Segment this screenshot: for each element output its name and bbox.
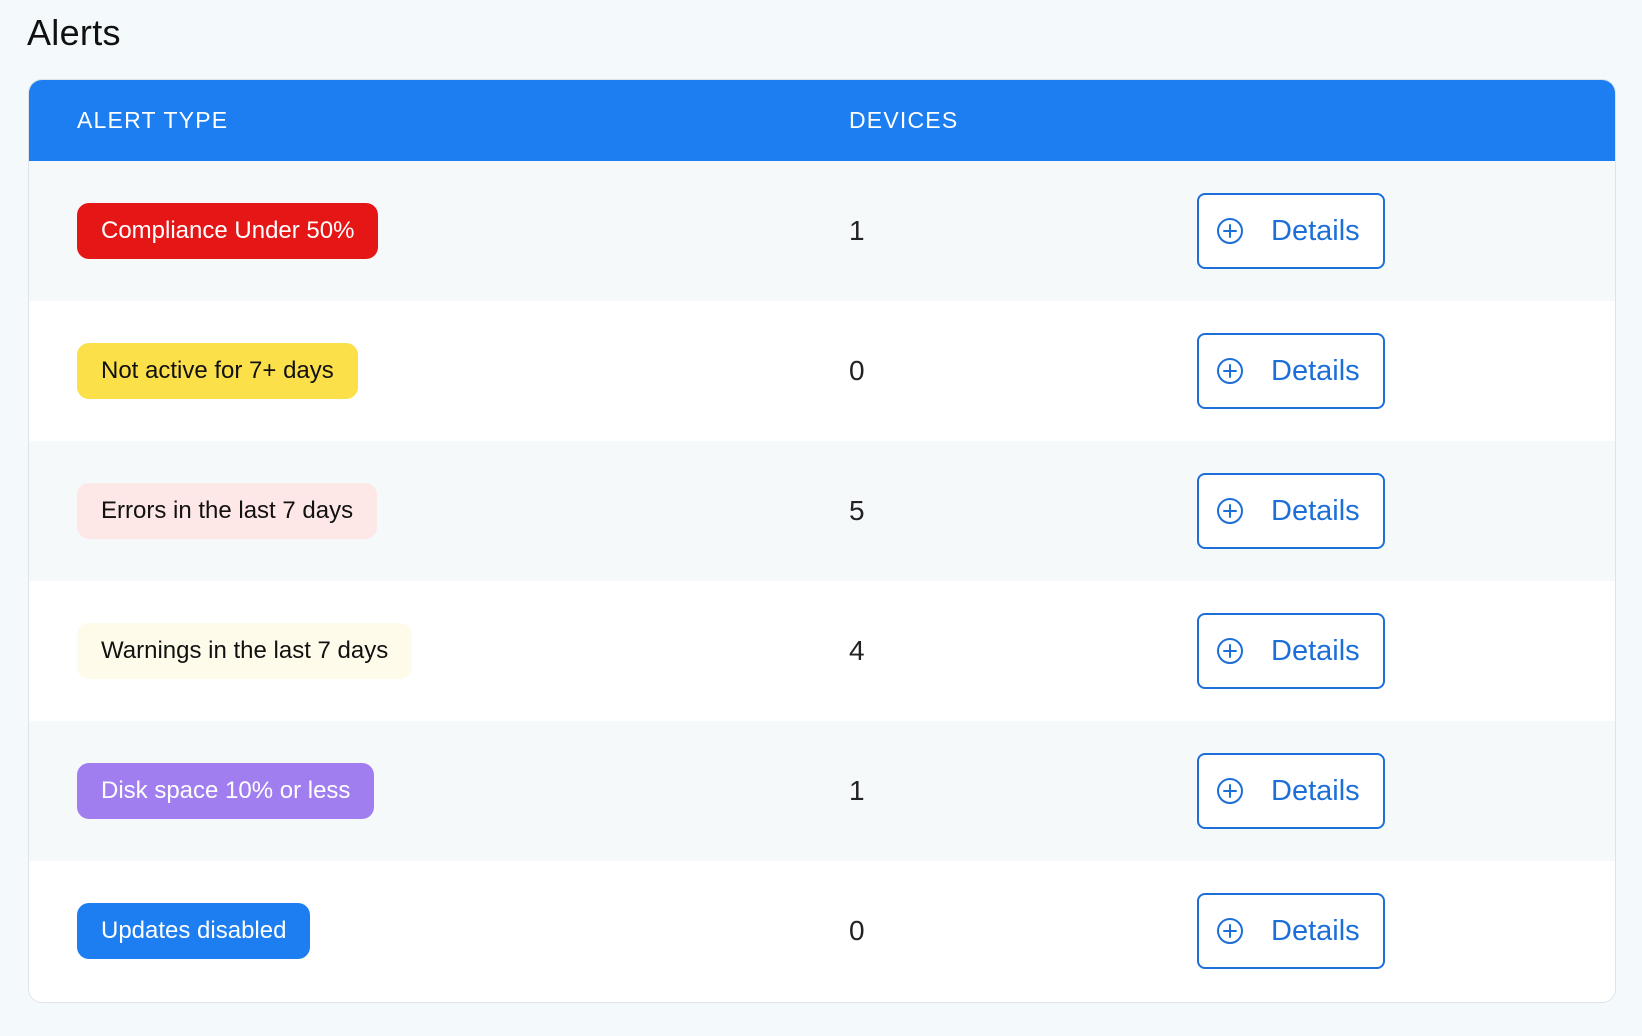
table-row: Not active for 7+ days 0 Details	[29, 301, 1615, 441]
alert-type-badge: Compliance Under 50%	[77, 203, 379, 259]
device-count: 4	[849, 635, 865, 666]
details-button-label: Details	[1271, 774, 1360, 807]
details-button[interactable]: Details	[1197, 613, 1385, 689]
plus-circle-icon	[1215, 496, 1245, 526]
details-button[interactable]: Details	[1197, 893, 1385, 969]
details-button-label: Details	[1271, 214, 1360, 247]
alert-type-badge: Not active for 7+ days	[77, 343, 358, 399]
table-row: Disk space 10% or less 1 Details	[29, 721, 1615, 861]
header-alert-type: ALERT TYPE	[77, 107, 229, 133]
plus-circle-icon	[1215, 356, 1245, 386]
device-count: 5	[849, 495, 865, 526]
plus-circle-icon	[1215, 916, 1245, 946]
plus-circle-icon	[1215, 216, 1245, 246]
table-header: ALERT TYPE DEVICES	[29, 80, 1615, 161]
alerts-table: ALERT TYPE DEVICES Compliance Under 50% …	[28, 79, 1616, 1003]
device-count: 1	[849, 215, 865, 246]
details-button-label: Details	[1271, 494, 1360, 527]
details-button-label: Details	[1271, 914, 1360, 947]
table-row: Errors in the last 7 days 5 Details	[29, 441, 1615, 581]
plus-circle-icon	[1215, 636, 1245, 666]
table-row: Compliance Under 50% 1 Details	[29, 161, 1615, 301]
details-button-label: Details	[1271, 354, 1360, 387]
details-button[interactable]: Details	[1197, 753, 1385, 829]
page-title: Alerts	[27, 12, 121, 53]
plus-circle-icon	[1215, 776, 1245, 806]
device-count: 0	[849, 915, 865, 946]
details-button[interactable]: Details	[1197, 333, 1385, 409]
device-count: 1	[849, 775, 865, 806]
alert-type-badge: Disk space 10% or less	[77, 763, 375, 819]
details-button[interactable]: Details	[1197, 193, 1385, 269]
header-devices: DEVICES	[849, 107, 959, 133]
details-button[interactable]: Details	[1197, 473, 1385, 549]
alert-type-badge: Warnings in the last 7 days	[77, 623, 413, 679]
details-button-label: Details	[1271, 634, 1360, 667]
table-row: Warnings in the last 7 days 4 Details	[29, 581, 1615, 721]
device-count: 0	[849, 355, 865, 386]
alert-type-badge: Errors in the last 7 days	[77, 483, 378, 539]
table-row: Updates disabled 0 Details	[29, 861, 1615, 1001]
alert-type-badge: Updates disabled	[77, 903, 311, 959]
